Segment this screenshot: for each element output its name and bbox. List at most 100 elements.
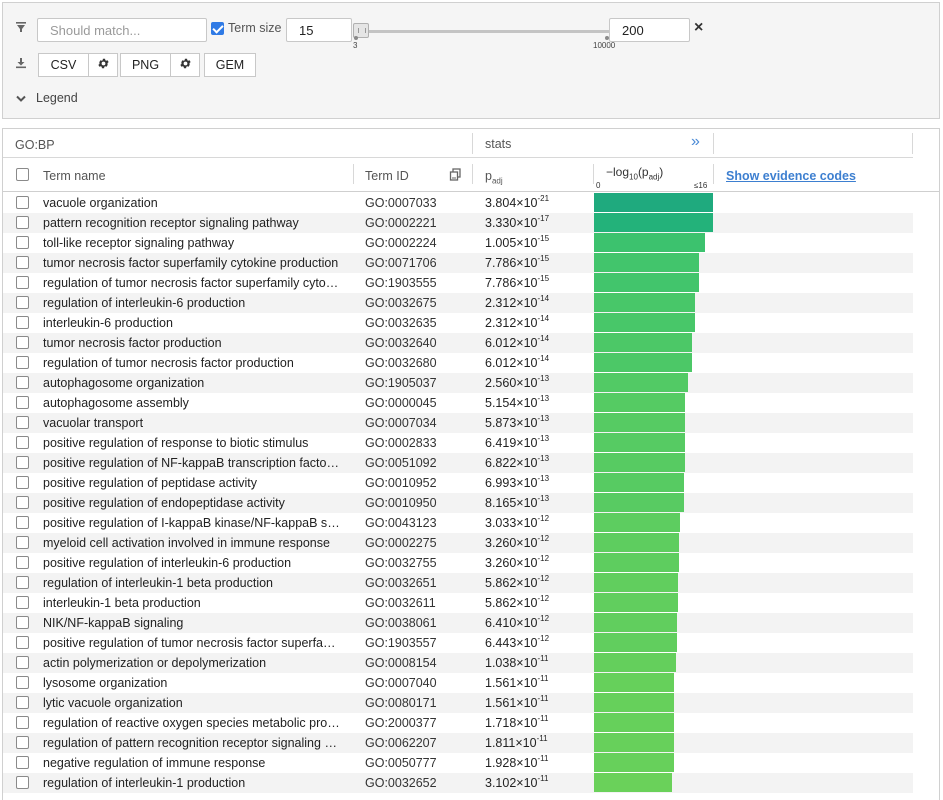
row-checkbox[interactable] bbox=[16, 596, 29, 609]
term-name[interactable]: positive regulation of interleukin-6 pro… bbox=[43, 553, 341, 573]
row-checkbox[interactable] bbox=[16, 296, 29, 309]
term-name[interactable]: positive regulation of NF-kappaB transcr… bbox=[43, 453, 341, 473]
table-row[interactable]: regulation of pattern recognition recept… bbox=[3, 733, 913, 753]
term-name[interactable]: interleukin-1 beta production bbox=[43, 593, 341, 613]
term-name[interactable]: NIK/NF-kappaB signaling bbox=[43, 613, 341, 633]
table-row[interactable]: regulation of interleukin-1 production GO… bbox=[3, 773, 913, 793]
table-row[interactable]: autophagosome assembly GO:0000045 5.154×10… bbox=[3, 393, 913, 413]
term-name[interactable]: pattern recognition receptor signaling p… bbox=[43, 213, 341, 233]
term-id[interactable]: GO:0002833 bbox=[365, 433, 470, 453]
term-size-slider[interactable] bbox=[355, 30, 610, 33]
term-id[interactable]: GO:0032680 bbox=[365, 353, 470, 373]
padj-header[interactable]: padj bbox=[485, 169, 503, 186]
table-row[interactable]: lysosome organization GO:0007040 1.561×10-… bbox=[3, 673, 913, 693]
row-checkbox[interactable] bbox=[16, 536, 29, 549]
gem-button[interactable]: GEM bbox=[204, 53, 256, 77]
table-row[interactable]: tumor necrosis factor superfamily cytoki… bbox=[3, 253, 913, 273]
term-size-checkbox[interactable] bbox=[211, 22, 224, 35]
term-id[interactable]: GO:0002275 bbox=[365, 533, 470, 553]
row-checkbox[interactable] bbox=[16, 736, 29, 749]
term-name[interactable]: lysosome organization bbox=[43, 673, 341, 693]
row-checkbox[interactable] bbox=[16, 376, 29, 389]
term-name[interactable]: tumor necrosis factor superfamily cytoki… bbox=[43, 253, 341, 273]
term-name[interactable]: regulation of reactive oxygen species me… bbox=[43, 713, 341, 733]
term-id[interactable]: GO:0050777 bbox=[365, 753, 470, 773]
csv-button[interactable]: CSV bbox=[38, 53, 89, 77]
term-id[interactable]: GO:1903557 bbox=[365, 633, 470, 653]
term-name[interactable]: vacuole organization bbox=[43, 193, 341, 213]
term-id[interactable]: GO:0071706 bbox=[365, 253, 470, 273]
row-checkbox[interactable] bbox=[16, 756, 29, 769]
term-name[interactable]: lytic vacuole organization bbox=[43, 693, 341, 713]
term-id[interactable]: GO:0007034 bbox=[365, 413, 470, 433]
term-id[interactable]: GO:0002224 bbox=[365, 233, 470, 253]
legend-toggle[interactable]: Legend bbox=[36, 91, 78, 105]
table-row[interactable]: positive regulation of endopeptidase act… bbox=[3, 493, 913, 513]
row-checkbox[interactable] bbox=[16, 216, 29, 229]
row-checkbox[interactable] bbox=[16, 516, 29, 529]
term-name[interactable]: positive regulation of response to bioti… bbox=[43, 433, 341, 453]
term-id[interactable]: GO:1905037 bbox=[365, 373, 470, 393]
table-row[interactable]: lytic vacuole organization GO:0080171 1.56… bbox=[3, 693, 913, 713]
row-checkbox[interactable] bbox=[16, 476, 29, 489]
table-row[interactable]: myeloid cell activation involved in immu… bbox=[3, 533, 913, 553]
term-id[interactable]: GO:0032611 bbox=[365, 593, 470, 613]
term-name[interactable]: tumor necrosis factor production bbox=[43, 333, 341, 353]
table-row[interactable]: autophagosome organization GO:1905037 2.56… bbox=[3, 373, 913, 393]
table-row[interactable]: regulation of interleukin-1 beta product… bbox=[3, 573, 913, 593]
term-id[interactable]: GO:0080171 bbox=[365, 693, 470, 713]
png-settings-button[interactable] bbox=[170, 53, 200, 77]
term-id[interactable]: GO:0032675 bbox=[365, 293, 470, 313]
close-icon[interactable]: × bbox=[694, 19, 703, 37]
table-row[interactable]: regulation of tumor necrosis factor supe… bbox=[3, 273, 913, 293]
term-id[interactable]: GO:0010950 bbox=[365, 493, 470, 513]
table-row[interactable]: positive regulation of tumor necrosis fa… bbox=[3, 633, 913, 653]
term-name[interactable]: toll-like receptor signaling pathway bbox=[43, 233, 341, 253]
table-row[interactable]: NIK/NF-kappaB signaling GO:0038061 6.410×1… bbox=[3, 613, 913, 633]
term-id[interactable]: GO:0043123 bbox=[365, 513, 470, 533]
table-row[interactable]: interleukin-6 production GO:0032635 2.312×… bbox=[3, 313, 913, 333]
row-checkbox[interactable] bbox=[16, 316, 29, 329]
row-checkbox[interactable] bbox=[16, 636, 29, 649]
row-checkbox[interactable] bbox=[16, 496, 29, 509]
row-checkbox[interactable] bbox=[16, 696, 29, 709]
table-row[interactable]: vacuole organization GO:0007033 3.804×10-2… bbox=[3, 193, 913, 213]
term-id[interactable]: GO:0032640 bbox=[365, 333, 470, 353]
search-input[interactable] bbox=[37, 18, 207, 42]
term-name[interactable]: positive regulation of peptidase activit… bbox=[43, 473, 341, 493]
row-checkbox[interactable] bbox=[16, 396, 29, 409]
row-checkbox[interactable] bbox=[16, 256, 29, 269]
term-name[interactable]: actin polymerization or depolymerization bbox=[43, 653, 341, 673]
term-id-header[interactable]: Term ID bbox=[365, 169, 409, 183]
term-name[interactable]: regulation of pattern recognition recept… bbox=[43, 733, 341, 753]
row-checkbox[interactable] bbox=[16, 616, 29, 629]
row-checkbox[interactable] bbox=[16, 576, 29, 589]
term-name[interactable]: vacuolar transport bbox=[43, 413, 341, 433]
copy-icon[interactable] bbox=[449, 168, 462, 184]
table-row[interactable]: positive regulation of I-kappaB kinase/N… bbox=[3, 513, 913, 533]
row-checkbox[interactable] bbox=[16, 436, 29, 449]
row-checkbox[interactable] bbox=[16, 336, 29, 349]
term-id[interactable]: GO:0032635 bbox=[365, 313, 470, 333]
row-checkbox[interactable] bbox=[16, 356, 29, 369]
table-row[interactable]: positive regulation of response to bioti… bbox=[3, 433, 913, 453]
term-size-min-input[interactable] bbox=[286, 18, 352, 42]
table-row[interactable]: positive regulation of NF-kappaB transcr… bbox=[3, 453, 913, 473]
table-row[interactable]: positive regulation of peptidase activit… bbox=[3, 473, 913, 493]
table-row[interactable]: regulation of interleukin-6 production GO… bbox=[3, 293, 913, 313]
term-size-max-input[interactable] bbox=[609, 18, 690, 42]
term-name[interactable]: regulation of interleukin-1 production bbox=[43, 773, 341, 793]
term-id[interactable]: GO:0000045 bbox=[365, 393, 470, 413]
table-row[interactable]: tumor necrosis factor production GO:00326… bbox=[3, 333, 913, 353]
row-checkbox[interactable] bbox=[16, 456, 29, 469]
term-name[interactable]: regulation of interleukin-1 beta product… bbox=[43, 573, 341, 593]
term-name[interactable]: positive regulation of endopeptidase act… bbox=[43, 493, 341, 513]
term-name[interactable]: autophagosome organization bbox=[43, 373, 341, 393]
row-checkbox[interactable] bbox=[16, 716, 29, 729]
table-row[interactable]: interleukin-1 beta production GO:0032611 5… bbox=[3, 593, 913, 613]
table-row[interactable]: toll-like receptor signaling pathway GO:0… bbox=[3, 233, 913, 253]
expand-columns-icon[interactable]: » bbox=[691, 133, 700, 151]
table-row[interactable]: pattern recognition receptor signaling p… bbox=[3, 213, 913, 233]
table-row[interactable]: regulation of reactive oxygen species me… bbox=[3, 713, 913, 733]
term-name[interactable]: regulation of tumor necrosis factor prod… bbox=[43, 353, 341, 373]
